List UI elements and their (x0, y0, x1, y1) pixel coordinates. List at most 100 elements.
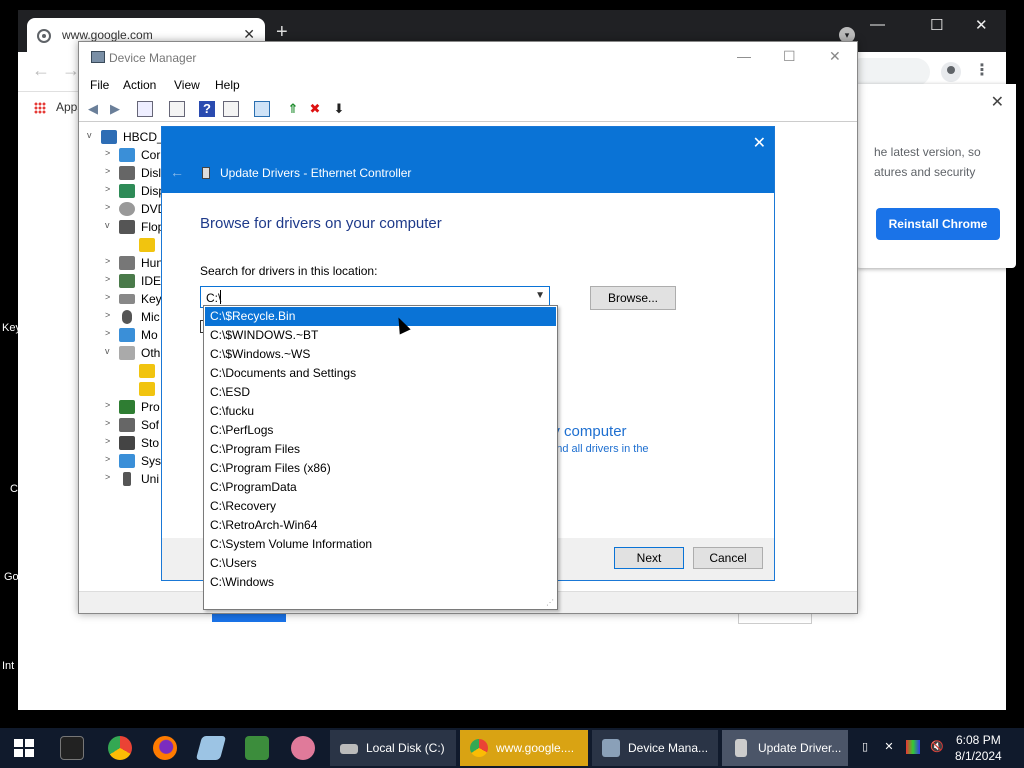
taskbar-app-update-drivers[interactable]: Update Driver... (722, 730, 848, 766)
taskbar-app-device-manager[interactable]: Device Mana... (592, 730, 718, 766)
expand-icon[interactable]: > (105, 418, 110, 428)
tree-item[interactable] (125, 362, 165, 380)
collapse-icon[interactable]: v (105, 346, 110, 356)
tree-item[interactable]: > Pro (105, 398, 165, 416)
maximize-icon[interactable]: ☐ (930, 16, 943, 34)
dropdown-item[interactable]: C:\ESD (205, 383, 556, 402)
taskbar-clock[interactable]: 6:08 PM 8/1/2024 (955, 732, 1002, 764)
dropdown-item[interactable]: C:\fucku (205, 402, 556, 421)
expand-icon[interactable]: > (105, 202, 110, 212)
tree-item[interactable]: > Hun (105, 254, 165, 272)
task-manager-icon[interactable] (245, 736, 269, 760)
expand-icon[interactable]: > (105, 328, 110, 338)
tree-item[interactable]: > Cor (105, 146, 165, 164)
dropdown-item[interactable]: C:\Windows (205, 573, 556, 592)
tree-item[interactable]: > DVD (105, 200, 166, 218)
next-button[interactable]: Next (614, 547, 684, 569)
maximize-icon[interactable]: ☐ (783, 48, 796, 65)
collapse-icon[interactable]: v (87, 130, 92, 140)
kebab-menu-icon[interactable]: ⋮ (974, 60, 990, 80)
chrome-icon[interactable] (108, 736, 132, 760)
cancel-button[interactable]: Cancel (693, 547, 763, 569)
close-icon[interactable]: ✕ (753, 133, 766, 153)
view-icon[interactable] (223, 101, 239, 117)
dropdown-item[interactable]: C:\Program Files (x86) (205, 459, 556, 478)
tree-item[interactable] (125, 236, 165, 254)
minimize-icon[interactable]: — (870, 16, 885, 33)
dropdown-item[interactable]: C:\$Recycle.Bin (205, 307, 556, 326)
expand-icon[interactable]: > (105, 454, 110, 464)
expand-icon[interactable]: > (105, 184, 110, 194)
tree-item[interactable]: > IDE (105, 272, 165, 290)
dropdown-item[interactable]: C:\Users (205, 554, 556, 573)
graphics-icon[interactable] (906, 740, 920, 754)
download-icon[interactable]: ⬇ (331, 101, 347, 117)
tree-item[interactable]: v Oth (105, 344, 165, 362)
scan-hardware-icon[interactable] (254, 101, 270, 117)
firefox-icon[interactable] (153, 736, 177, 760)
tree-item[interactable]: > Sof (105, 416, 165, 434)
taskbar-app-chrome[interactable]: www.google.... (460, 730, 588, 766)
paint-icon[interactable] (291, 736, 315, 760)
menu-file[interactable]: File (90, 78, 109, 92)
dropdown-item[interactable]: C:\ProgramData (205, 478, 556, 497)
dropdown-item[interactable]: C:\Program Files (205, 440, 556, 459)
tree-item[interactable]: v HBCD_ (87, 128, 167, 146)
dropdown-item[interactable]: C:\Documents and Settings (205, 364, 556, 383)
reinstall-chrome-button[interactable]: Reinstall Chrome (876, 208, 1000, 240)
expand-icon[interactable]: > (105, 292, 110, 302)
collapse-icon[interactable]: v (105, 220, 110, 230)
menu-view[interactable]: View (174, 78, 200, 92)
tree-item[interactable]: v Flop (105, 218, 165, 236)
expand-icon[interactable]: > (105, 436, 110, 446)
expand-icon[interactable]: > (105, 472, 110, 482)
show-hide-tree-icon[interactable] (137, 101, 153, 117)
expand-icon[interactable]: > (105, 400, 110, 410)
close-icon[interactable]: ✕ (975, 16, 988, 34)
dropdown-item[interactable]: C:\System Volume Information (205, 535, 556, 554)
close-icon[interactable]: ✕ (829, 48, 841, 65)
menu-action[interactable]: Action (123, 78, 156, 92)
address-bar[interactable] (848, 58, 930, 86)
new-tab-button[interactable]: + (276, 22, 288, 42)
back-arrow-icon[interactable]: ← (170, 164, 184, 180)
forward-arrow-icon[interactable]: ▶ (107, 101, 123, 117)
volume-muted-icon[interactable]: 🔇 (930, 740, 944, 754)
tree-item[interactable]: > Sto (105, 434, 165, 452)
back-arrow-icon[interactable]: ← (32, 60, 50, 81)
tree-item[interactable]: > Disp (105, 182, 165, 200)
browse-button[interactable]: Browse... (590, 286, 676, 310)
notepad-icon[interactable] (195, 736, 227, 760)
back-arrow-icon[interactable]: ◀ (85, 101, 101, 117)
close-icon[interactable]: ✕ (991, 92, 1004, 112)
expand-icon[interactable]: > (105, 256, 110, 266)
tree-item[interactable]: > Mic (105, 308, 165, 326)
tree-item[interactable]: > Disl (105, 164, 165, 182)
update-driver-icon[interactable]: ⇑ (285, 101, 301, 117)
tree-item[interactable]: > Mo (105, 326, 165, 344)
menu-help[interactable]: Help (215, 78, 240, 92)
windows-start-icon[interactable] (14, 739, 34, 757)
expand-icon[interactable]: > (105, 148, 110, 158)
help-icon[interactable]: ? (199, 101, 215, 117)
dropdown-item[interactable]: C:\PerfLogs (205, 421, 556, 440)
tree-item[interactable] (125, 380, 165, 398)
profile-icon[interactable] (941, 62, 961, 82)
dropdown-item[interactable]: C:\RetroArch-Win64 (205, 516, 556, 535)
tree-item[interactable]: > Key (105, 290, 165, 308)
expand-icon[interactable]: > (105, 274, 110, 284)
tree-item[interactable]: > Syst (105, 452, 165, 470)
terminal-icon[interactable] (60, 736, 84, 760)
expand-icon[interactable]: > (105, 166, 110, 176)
expand-icon[interactable]: > (105, 310, 110, 320)
dropdown-item[interactable]: C:\$WINDOWS.~BT (205, 326, 556, 345)
taskbar-app-local-disk[interactable]: Local Disk (C:) (330, 730, 456, 766)
properties-icon[interactable] (169, 101, 185, 117)
usb-device-icon[interactable]: ▯ (858, 740, 872, 754)
uninstall-icon[interactable]: ✖ (307, 101, 323, 117)
network-disconnected-icon[interactable]: ✕ (882, 740, 896, 754)
dropdown-item[interactable]: C:\Recovery (205, 497, 556, 516)
dropdown-item[interactable]: C:\$Windows.~WS (205, 345, 556, 364)
resize-grip-icon[interactable]: ⋰ (546, 598, 554, 607)
chevron-down-icon[interactable]: ▼ (535, 290, 545, 301)
